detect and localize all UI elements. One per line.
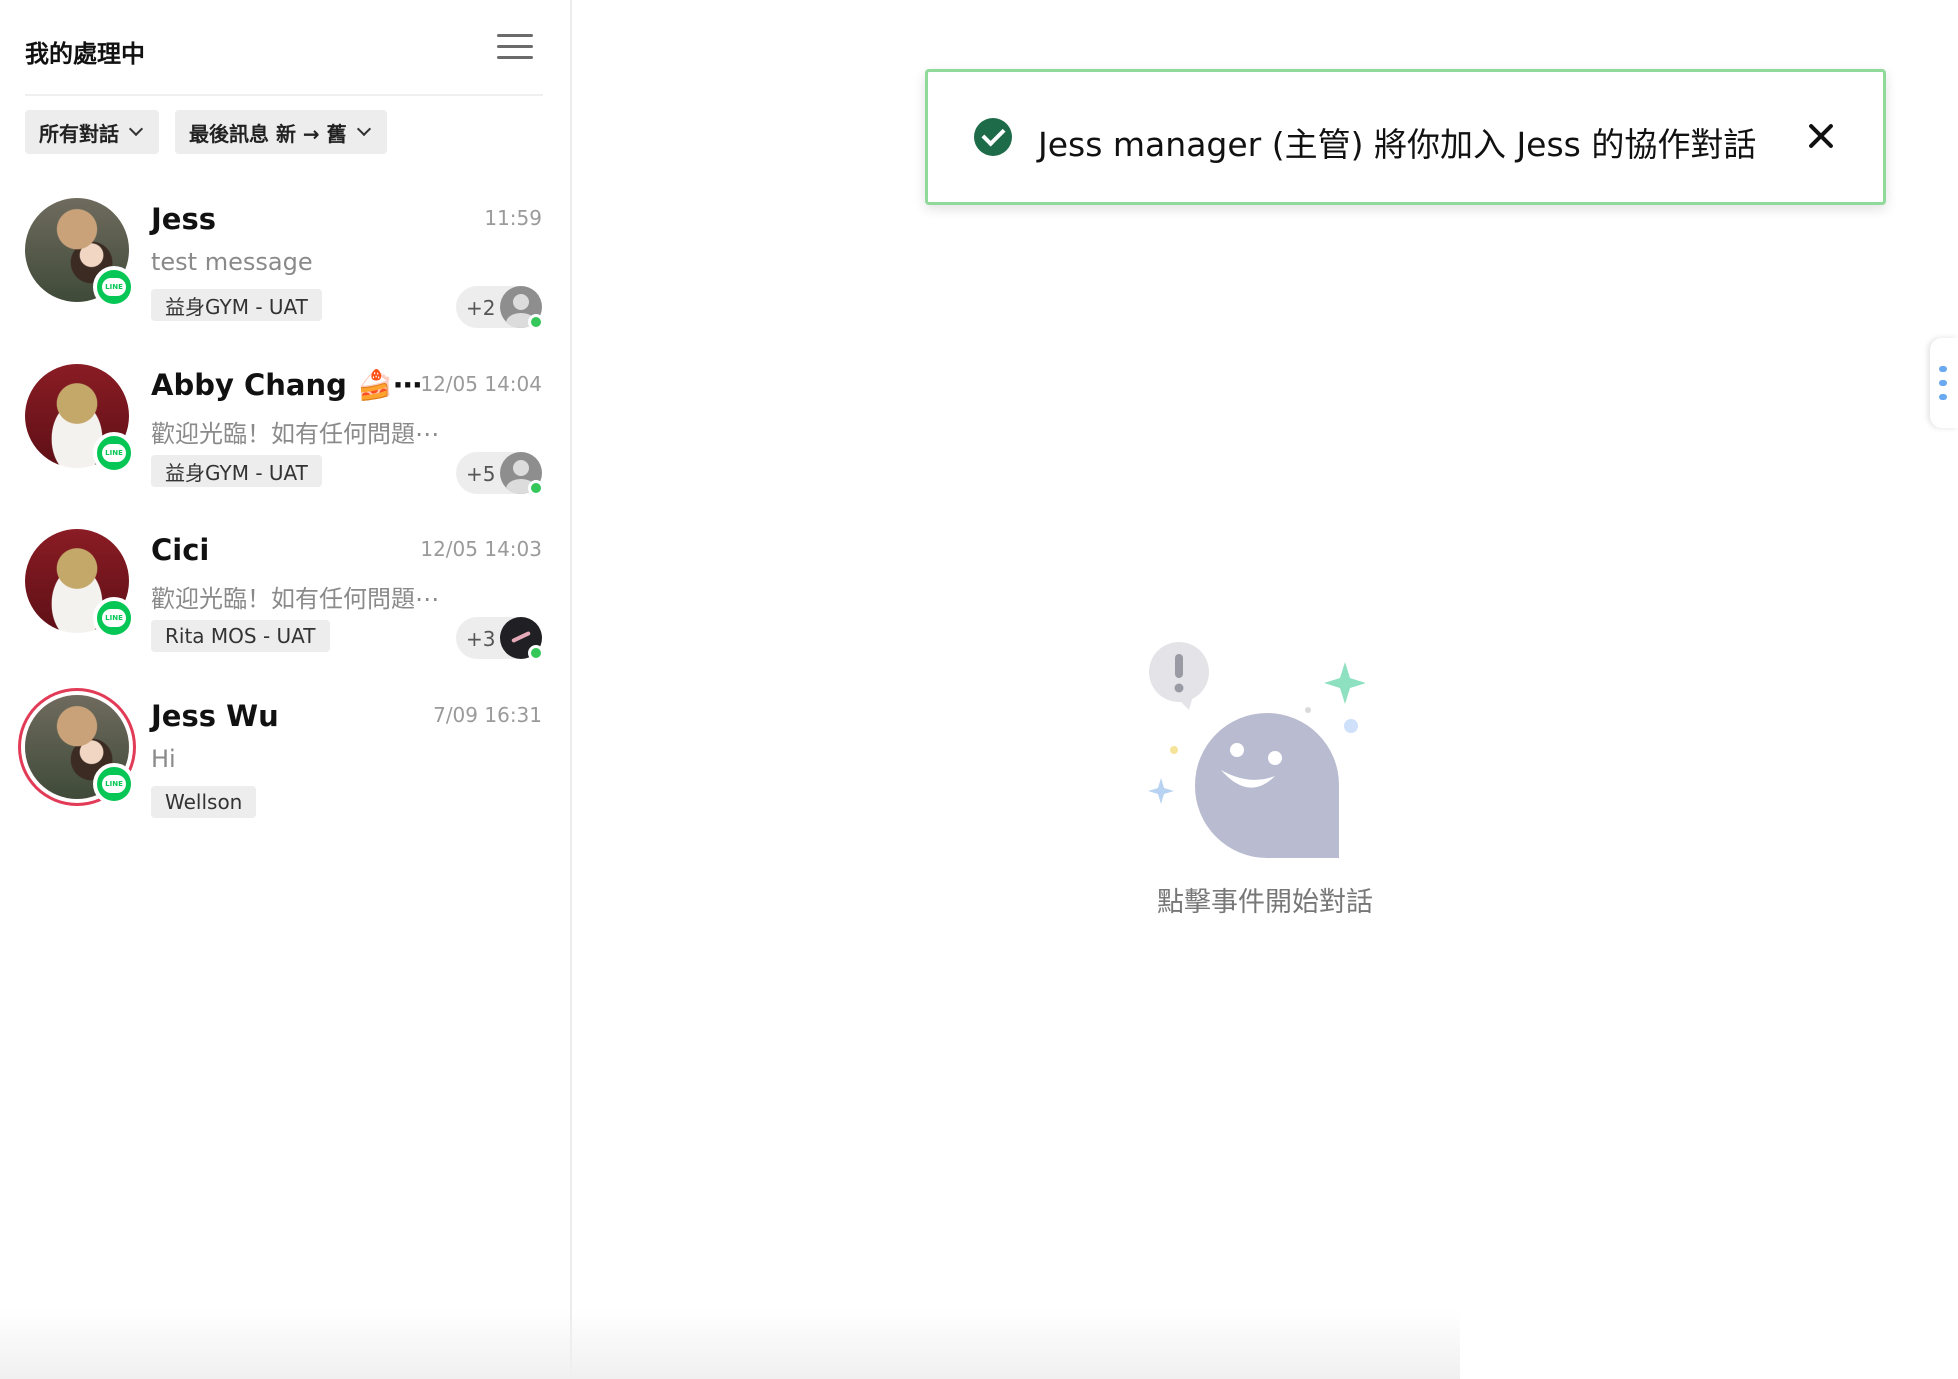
chevron-down-icon	[356, 121, 371, 137]
channel-tag: Rita MOS - UAT	[151, 620, 330, 652]
empty-state-ghost-illustration	[1148, 642, 1365, 858]
notification-toast: Jess manager (主管) 將你加入 Jess 的協作對話	[925, 69, 1886, 205]
sort-order-dropdown[interactable]: 最後訊息 新 → 舊	[175, 110, 387, 154]
last-message-preview: 歡迎光臨！如有任何問題⋯	[151, 585, 439, 613]
collaborator-count: +2	[466, 296, 496, 320]
sidebar-header: 我的處理中	[25, 26, 543, 96]
channel-tag: 益身GYM - UAT	[151, 289, 322, 321]
contact-name: Jess	[151, 202, 216, 236]
sidebar-title: 我的處理中	[25, 40, 145, 68]
conversation-filter-label: 所有對話	[39, 121, 119, 146]
contact-name: Abby Chang 🍰⋯	[151, 368, 423, 402]
last-message-time: 12/05 14:03	[420, 537, 542, 561]
last-message-preview: Hi	[151, 745, 176, 773]
conversation-sidebar: 我的處理中 所有對話 最後訊息 新 → 舊 LINE Jess 11:59 te…	[0, 0, 572, 1379]
online-status-icon	[528, 480, 544, 496]
toast-message: Jess manager (主管) 將你加入 Jess 的協作對話	[1038, 125, 1757, 164]
collaborator-count: +3	[466, 627, 496, 651]
last-message-preview: test message	[151, 248, 313, 276]
filter-bar: 所有對話 最後訊息 新 → 舊	[25, 110, 387, 154]
close-icon[interactable]	[1805, 120, 1837, 152]
chevron-down-icon	[128, 121, 144, 137]
avatar: LINE	[25, 198, 135, 308]
side-panel-toggle[interactable]	[1930, 338, 1958, 428]
line-channel-icon: LINE	[93, 432, 135, 474]
hamburger-menu-icon[interactable]	[495, 30, 535, 64]
app-root: 我的處理中 所有對話 最後訊息 新 → 舊 LINE Jess 11:59 te…	[0, 0, 1958, 1379]
check-circle-icon	[974, 118, 1012, 156]
last-message-time: 12/05 14:04	[420, 372, 542, 396]
conversation-item[interactable]: LINE Jess Wu 7/09 16:31 Hi Wellson	[0, 695, 570, 855]
avatar: LINE	[25, 364, 135, 474]
channel-tag: 益身GYM - UAT	[151, 455, 322, 487]
collaborator-count: +5	[466, 462, 496, 486]
online-status-icon	[528, 314, 544, 330]
contact-name: Jess Wu	[151, 699, 279, 733]
line-channel-icon: LINE	[93, 763, 135, 805]
contact-name: Cici	[151, 533, 210, 567]
last-message-time: 11:59	[484, 206, 542, 230]
avatar: LINE	[25, 529, 135, 639]
conversation-item[interactable]: LINE Jess 11:59 test message 益身GYM - UAT…	[0, 198, 570, 358]
conversation-item[interactable]: LINE Cici 12/05 14:03 歡迎光臨！如有任何問題⋯ Rita …	[0, 529, 570, 689]
avatar: LINE	[25, 695, 135, 805]
sort-order-label: 最後訊息 新 → 舊	[189, 121, 347, 146]
conversation-item[interactable]: LINE Abby Chang 🍰⋯ 12/05 14:04 歡迎光臨！如有任何…	[0, 364, 570, 524]
last-message-preview: 歡迎光臨！如有任何問題⋯	[151, 420, 439, 448]
line-channel-icon: LINE	[93, 597, 135, 639]
online-status-icon	[528, 645, 544, 661]
line-channel-icon: LINE	[93, 266, 135, 308]
collaborators-badge[interactable]: +5	[456, 452, 544, 496]
channel-tag: Wellson	[151, 786, 257, 818]
collaborators-badge[interactable]: +2	[456, 286, 544, 330]
empty-state-text: 點擊事件開始對話	[1157, 887, 1373, 918]
last-message-time: 7/09 16:31	[433, 703, 542, 727]
collaborators-badge[interactable]: +3	[456, 617, 544, 661]
conversation-filter-dropdown[interactable]: 所有對話	[25, 110, 159, 154]
